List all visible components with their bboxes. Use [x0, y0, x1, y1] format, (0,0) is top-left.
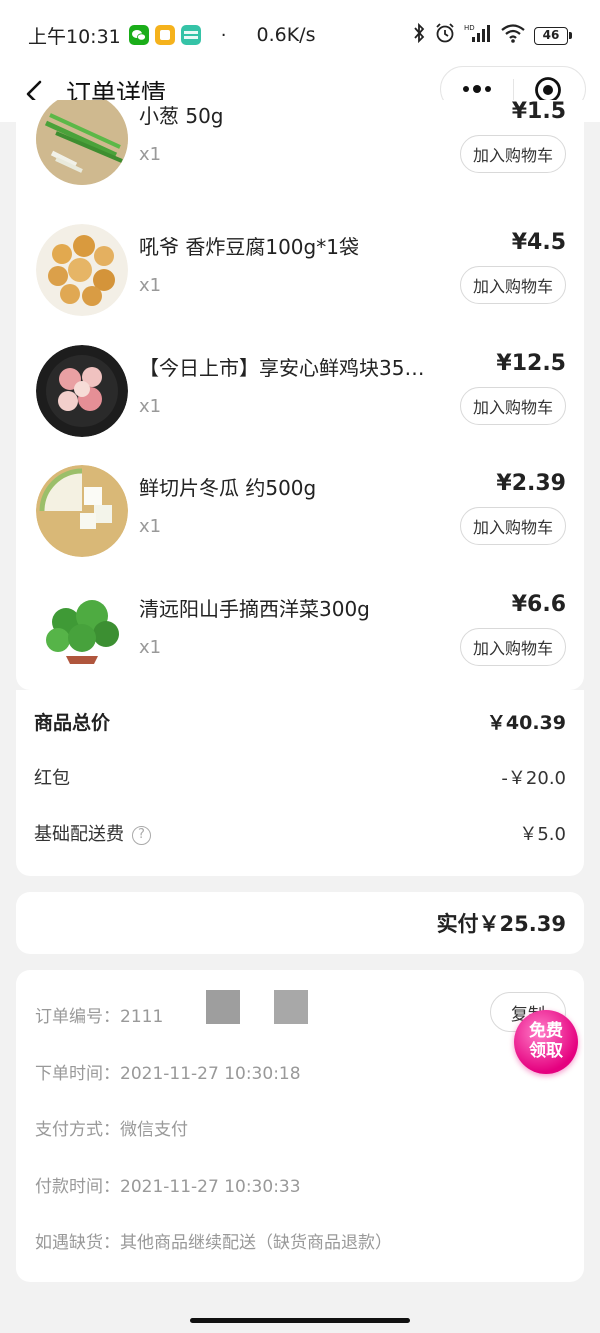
redpacket-label: 红包: [34, 768, 70, 789]
add-to-cart-button[interactable]: 加入购物车: [460, 135, 566, 173]
shortage-row: 如遇缺货：其他商品继续配送（缺货商品退款）: [35, 1228, 392, 1253]
order-info-card: 订单编号：2111 复制 下单时间：2021-11-27 10:30:18 支付…: [16, 970, 584, 1282]
question-help-icon[interactable]: ?: [132, 825, 151, 845]
redpacket-row: 红包 -￥20.0: [34, 764, 566, 790]
boss-app-icon: [180, 25, 201, 45]
delivery-fee-row: 基础配送费? ￥5.0: [34, 820, 566, 846]
wifi-icon: [500, 22, 526, 49]
add-to-cart-button[interactable]: 加入购物车: [460, 507, 566, 545]
product-price: ¥12.5: [496, 351, 566, 376]
product-name[interactable]: 【今日上市】享安心鲜鸡块35…: [139, 352, 449, 381]
list-item: 小葱 50g x1 ¥1.5 加入购物车: [16, 100, 584, 213]
order-time-row: 下单时间：2021-11-27 10:30:18: [35, 1059, 301, 1084]
product-quantity: x1: [139, 144, 162, 165]
more-dots-icon[interactable]: [459, 75, 495, 103]
pay-method-value: 微信支付: [120, 1120, 188, 1140]
pay-time-row: 付款时间：2021-11-27 10:30:33: [35, 1172, 301, 1197]
battery-icon: 46: [534, 26, 572, 45]
product-price: ¥4.5: [511, 230, 566, 255]
product-quantity: x1: [139, 275, 162, 296]
promo-line2: 领取: [529, 1041, 563, 1061]
net-speed: 0.6K/s: [256, 24, 316, 46]
paid-amount-card: 实付￥25.39: [16, 892, 584, 954]
status-dot: ·: [220, 24, 227, 46]
notes-app-icon: [154, 25, 175, 45]
list-item: 【今日上市】享安心鲜鸡块35… x1 ¥12.5 加入购物车: [16, 345, 584, 465]
add-to-cart-button[interactable]: 加入购物车: [460, 266, 566, 304]
status-time: 上午10:31: [28, 25, 121, 48]
paid-amount: 实付￥25.39: [436, 912, 566, 936]
list-item: 清远阳山手摘西洋菜300g x1 ¥6.6 加入购物车: [16, 586, 584, 690]
order-time-label: 下单时间：: [35, 1064, 120, 1084]
product-image[interactable]: [36, 224, 128, 316]
product-price: ¥2.39: [496, 471, 566, 496]
add-to-cart-button[interactable]: 加入购物车: [460, 628, 566, 666]
alarm-icon: [434, 22, 456, 49]
product-quantity: x1: [139, 516, 162, 537]
shortage-value: 其他商品继续配送（缺货商品退款）: [120, 1233, 392, 1253]
goods-total-value: ￥40.39: [486, 712, 566, 734]
battery-level: 46: [534, 26, 568, 45]
product-quantity: x1: [139, 396, 162, 417]
order-items-card: 小葱 50g x1 ¥1.5 加入购物车 吼爷 香炸豆腐100g*1袋 x1 ¥…: [16, 100, 584, 690]
redaction-block: [274, 990, 308, 1024]
product-name[interactable]: 鲜切片冬瓜 约500g: [139, 472, 449, 501]
pay-time-label: 付款时间：: [35, 1177, 120, 1197]
list-item: 鲜切片冬瓜 约500g x1 ¥2.39 加入购物车: [16, 465, 584, 585]
free-claim-badge[interactable]: 免费 领取: [514, 1010, 578, 1074]
product-image[interactable]: [36, 100, 128, 185]
goods-total-row: 商品总价 ￥40.39: [34, 708, 566, 735]
home-indicator[interactable]: [190, 1318, 410, 1323]
svg-text:HD: HD: [464, 24, 475, 32]
product-image[interactable]: [36, 465, 128, 557]
product-name[interactable]: 清远阳山手摘西洋菜300g: [139, 593, 449, 622]
status-icons: HD 46: [412, 22, 572, 49]
pay-method-row: 支付方式：微信支付: [35, 1115, 188, 1140]
delivery-fee-value: ￥5.0: [519, 824, 566, 845]
product-quantity: x1: [139, 637, 162, 658]
shortage-label: 如遇缺货：: [35, 1233, 120, 1253]
order-number-row: 订单编号：2111: [35, 1002, 163, 1027]
list-item: 吼爷 香炸豆腐100g*1袋 x1 ¥4.5 加入购物车: [16, 224, 584, 344]
order-time-value: 2021-11-27 10:30:18: [120, 1064, 301, 1084]
redpacket-value: -￥20.0: [501, 768, 566, 789]
pay-method-label: 支付方式：: [35, 1120, 120, 1140]
promo-line1: 免费: [529, 1021, 563, 1041]
delivery-fee-label: 基础配送费: [34, 824, 124, 845]
status-bar: 上午10:31 · 0.6K/s HD 46: [0, 0, 600, 70]
product-price: ¥6.6: [511, 592, 566, 617]
order-number-value: 2111: [120, 1007, 164, 1027]
add-to-cart-button[interactable]: 加入购物车: [460, 387, 566, 425]
capsule-divider: [513, 79, 514, 101]
bluetooth-icon: [412, 22, 426, 49]
goods-total-label: 商品总价: [34, 712, 111, 734]
product-image[interactable]: [36, 586, 128, 678]
order-number-label: 订单编号：: [35, 1007, 120, 1027]
product-price: ¥1.5: [511, 100, 566, 124]
hd-signal-icon: HD: [464, 22, 492, 49]
pay-time-value: 2021-11-27 10:30:33: [120, 1177, 301, 1197]
product-name[interactable]: 小葱 50g: [139, 100, 449, 129]
product-image[interactable]: [36, 345, 128, 437]
redaction-block: [206, 990, 240, 1024]
wechat-icon: [128, 25, 149, 45]
product-name[interactable]: 吼爷 香炸豆腐100g*1袋: [139, 231, 449, 260]
price-summary-card: 商品总价 ￥40.39 红包 -￥20.0 基础配送费? ￥5.0: [16, 690, 584, 876]
